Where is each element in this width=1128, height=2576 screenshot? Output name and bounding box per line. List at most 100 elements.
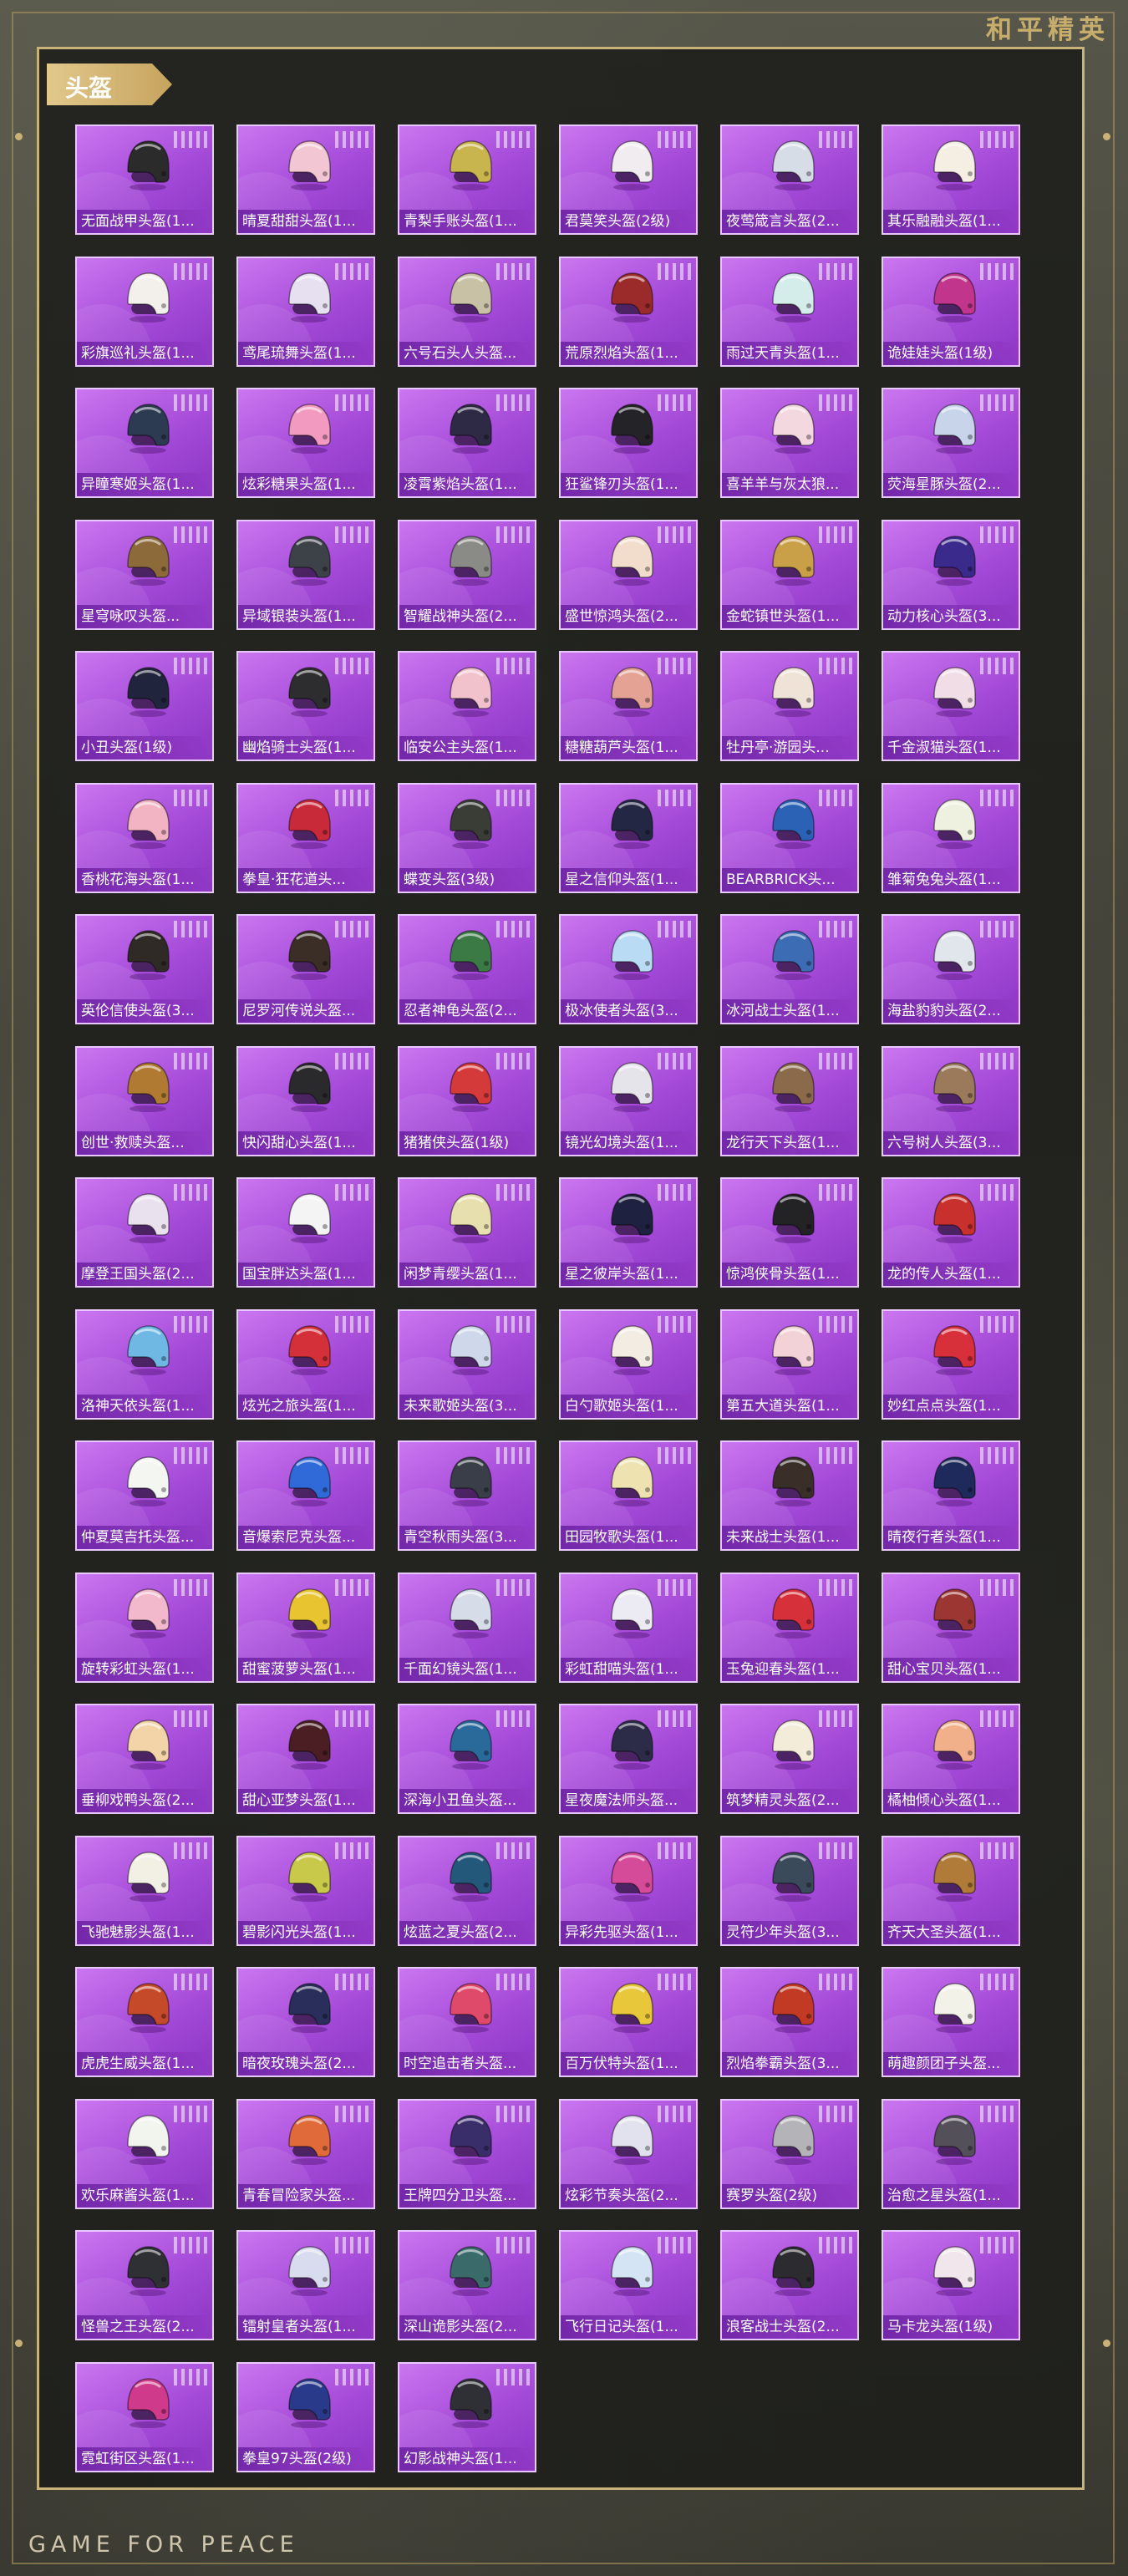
helmet-item[interactable]: 橘柚倾心头盔(1... (882, 1704, 1020, 1814)
helmet-item[interactable]: 炫彩节奏头盔(2... (559, 2098, 698, 2209)
helmet-item[interactable]: 创世·救赎头盔... (75, 1045, 214, 1156)
helmet-item[interactable]: 夜莺箴言头盔(2... (720, 124, 859, 235)
helmet-item[interactable]: 快闪甜心头盔(1... (236, 1045, 375, 1156)
helmet-item[interactable]: BEARBRICK头... (720, 782, 859, 893)
helmet-item[interactable]: 青空秋雨头盔(3... (398, 1440, 536, 1551)
helmet-item[interactable]: 鸢尾琉舞头盔(1... (236, 256, 375, 367)
helmet-item[interactable]: 洛神天依头盔(1... (75, 1308, 214, 1420)
helmet-item[interactable]: 怪兽之王头盔(2... (75, 2230, 214, 2340)
helmet-item[interactable]: 异域银装头盔(1... (236, 519, 375, 630)
helmet-item[interactable]: 百万伏特头盔(1... (559, 1967, 698, 2077)
helmet-item[interactable]: 糖糖葫芦头盔(1... (559, 651, 698, 761)
helmet-item[interactable]: 君莫笑头盔(2级) (559, 124, 698, 235)
helmet-item[interactable]: 虎虎生威头盔(1... (75, 1967, 214, 2077)
helmet-item[interactable]: 赛罗头盔(2级) (720, 2098, 859, 2209)
helmet-item[interactable]: 动力核心头盔(3... (882, 519, 1020, 630)
helmet-item[interactable]: 仲夏莫吉托头盔... (75, 1440, 214, 1551)
helmet-item[interactable]: 萌趣颜团子头盔... (882, 1967, 1020, 2077)
helmet-item[interactable]: 深山诡影头盔(2... (398, 2230, 536, 2340)
helmet-item[interactable]: 玉兔迎春头盔(1... (720, 1572, 859, 1683)
helmet-item[interactable]: 筑梦精灵头盔(2... (720, 1704, 859, 1814)
helmet-item[interactable]: 冰河战士头盔(1... (720, 914, 859, 1024)
helmet-item[interactable]: 未来歌姬头盔(3... (398, 1308, 536, 1420)
helmet-item[interactable]: 灵符少年头盔(3... (720, 1835, 859, 1946)
helmet-item[interactable]: 田园牧歌头盔(1... (559, 1440, 698, 1551)
helmet-item[interactable]: 雏菊兔兔头盔(1... (882, 782, 1020, 893)
helmet-item[interactable]: 甜心亚梦头盔(1... (236, 1704, 375, 1814)
helmet-item[interactable]: 金蛇镇世头盔(1... (720, 519, 859, 630)
helmet-item[interactable]: 其乐融融头盔(1... (882, 124, 1020, 235)
helmet-item[interactable]: 牡丹亭·游园头... (720, 651, 859, 761)
helmet-item[interactable]: 暗夜玫瑰头盔(2... (236, 1967, 375, 2077)
helmet-item[interactable]: 闲梦青缨头盔(1... (398, 1177, 536, 1288)
helmet-item[interactable]: 甜蜜菠萝头盔(1... (236, 1572, 375, 1683)
helmet-item[interactable]: 炫彩糖果头盔(1... (236, 388, 375, 498)
helmet-item[interactable]: 白勺歌姬头盔(1... (559, 1308, 698, 1420)
helmet-item[interactable]: 狂鲨锋刃头盔(1... (559, 388, 698, 498)
helmet-item[interactable]: 星之彼岸头盔(1... (559, 1177, 698, 1288)
helmet-item[interactable]: 摩登王国头盔(2... (75, 1177, 214, 1288)
helmet-item[interactable]: 香桃花海头盔(1... (75, 782, 214, 893)
helmet-item[interactable]: 幽焰骑士头盔(1... (236, 651, 375, 761)
helmet-item[interactable]: 喜羊羊与灰太狼... (720, 388, 859, 498)
helmet-item[interactable]: 幻影战神头盔(1... (398, 2361, 536, 2472)
helmet-item[interactable]: 星穹咏叹头盔... (75, 519, 214, 630)
helmet-item[interactable]: 妙红点点头盔(1... (882, 1308, 1020, 1420)
helmet-item[interactable]: 烈焰拳霸头盔(3... (720, 1967, 859, 2077)
helmet-item[interactable]: 海盐豹豹头盔(2... (882, 914, 1020, 1024)
helmet-item[interactable]: 未来战士头盔(1... (720, 1440, 859, 1551)
helmet-item[interactable]: 镭射皇者头盔(1... (236, 2230, 375, 2340)
helmet-item[interactable]: 蝶变头盔(3级) (398, 782, 536, 893)
helmet-item[interactable]: 智耀战神头盔(2... (398, 519, 536, 630)
helmet-item[interactable]: 忍者神龟头盔(2... (398, 914, 536, 1024)
helmet-item[interactable]: 霓虹街区头盔(1... (75, 2361, 214, 2472)
helmet-item[interactable]: 青梨手账头盔(1... (398, 124, 536, 235)
helmet-item[interactable]: 时空追击者头盔... (398, 1967, 536, 2077)
helmet-item[interactable]: 英伦信使头盔(3... (75, 914, 214, 1024)
helmet-item[interactable]: 炫蓝之夏头盔(2... (398, 1835, 536, 1946)
helmet-item[interactable]: 浪客战士头盔(2... (720, 2230, 859, 2340)
helmet-item[interactable]: 深海小丑鱼头盔... (398, 1704, 536, 1814)
helmet-item[interactable]: 龙的传人头盔(1... (882, 1177, 1020, 1288)
helmet-item[interactable]: 国宝胖达头盔(1... (236, 1177, 375, 1288)
helmet-item[interactable]: 千金淑猫头盔(1... (882, 651, 1020, 761)
helmet-item[interactable]: 第五大道头盔(1... (720, 1308, 859, 1420)
helmet-item[interactable]: 拳皇·狂花道头... (236, 782, 375, 893)
helmet-item[interactable]: 无面战甲头盔(1... (75, 124, 214, 235)
helmet-item[interactable]: 镜光幻境头盔(1... (559, 1045, 698, 1156)
helmet-item[interactable]: 王牌四分卫头盔... (398, 2098, 536, 2209)
helmet-item[interactable]: 小丑头盔(1级) (75, 651, 214, 761)
helmet-item[interactable]: 星夜魔法师头盔... (559, 1704, 698, 1814)
helmet-item[interactable]: 尼罗河传说头盔... (236, 914, 375, 1024)
helmet-item[interactable]: 六号石头人头盔... (398, 256, 536, 367)
helmet-item[interactable]: 垂柳戏鸭头盔(2... (75, 1704, 214, 1814)
helmet-item[interactable]: 六号树人头盔(3... (882, 1045, 1020, 1156)
helmet-item[interactable]: 治愈之星头盔(1... (882, 2098, 1020, 2209)
helmet-item[interactable]: 彩旗巡礼头盔(1... (75, 256, 214, 367)
helmet-item[interactable]: 诡娃娃头盔(1级) (882, 256, 1020, 367)
helmet-item[interactable]: 晴夜行者头盔(1... (882, 1440, 1020, 1551)
helmet-item[interactable]: 异瞳寒姬头盔(1... (75, 388, 214, 498)
helmet-item[interactable]: 千面幻镜头盔(1... (398, 1572, 536, 1683)
helmet-item[interactable]: 星之信仰头盔(1... (559, 782, 698, 893)
helmet-item[interactable]: 荧海星豚头盔(2... (882, 388, 1020, 498)
helmet-item[interactable]: 炫光之旅头盔(1... (236, 1308, 375, 1420)
helmet-item[interactable]: 马卡龙头盔(1级) (882, 2230, 1020, 2340)
helmet-item[interactable]: 齐天大圣头盔(1... (882, 1835, 1020, 1946)
helmet-item[interactable]: 青春冒险家头盔... (236, 2098, 375, 2209)
helmet-item[interactable]: 惊鸿侠骨头盔(1... (720, 1177, 859, 1288)
helmet-item[interactable]: 旋转彩虹头盔(1... (75, 1572, 214, 1683)
helmet-item[interactable]: 碧影闪光头盔(1... (236, 1835, 375, 1946)
helmet-item[interactable]: 飞驰魅影头盔(1... (75, 1835, 214, 1946)
helmet-item[interactable]: 雨过天青头盔(1... (720, 256, 859, 367)
helmet-item[interactable]: 凌霄紫焰头盔(1... (398, 388, 536, 498)
helmet-item[interactable]: 异彩先驱头盔(1... (559, 1835, 698, 1946)
helmet-item[interactable]: 临安公主头盔(1... (398, 651, 536, 761)
helmet-item[interactable]: 欢乐麻酱头盔(1... (75, 2098, 214, 2209)
helmet-item[interactable]: 盛世惊鸿头盔(2... (559, 519, 698, 630)
helmet-item[interactable]: 彩虹甜喵头盔(1... (559, 1572, 698, 1683)
helmet-item[interactable]: 极冰使者头盔(3... (559, 914, 698, 1024)
helmet-item[interactable]: 荒原烈焰头盔(1... (559, 256, 698, 367)
helmet-item[interactable]: 龙行天下头盔(1... (720, 1045, 859, 1156)
helmet-item[interactable]: 晴夏甜甜头盔(1... (236, 124, 375, 235)
